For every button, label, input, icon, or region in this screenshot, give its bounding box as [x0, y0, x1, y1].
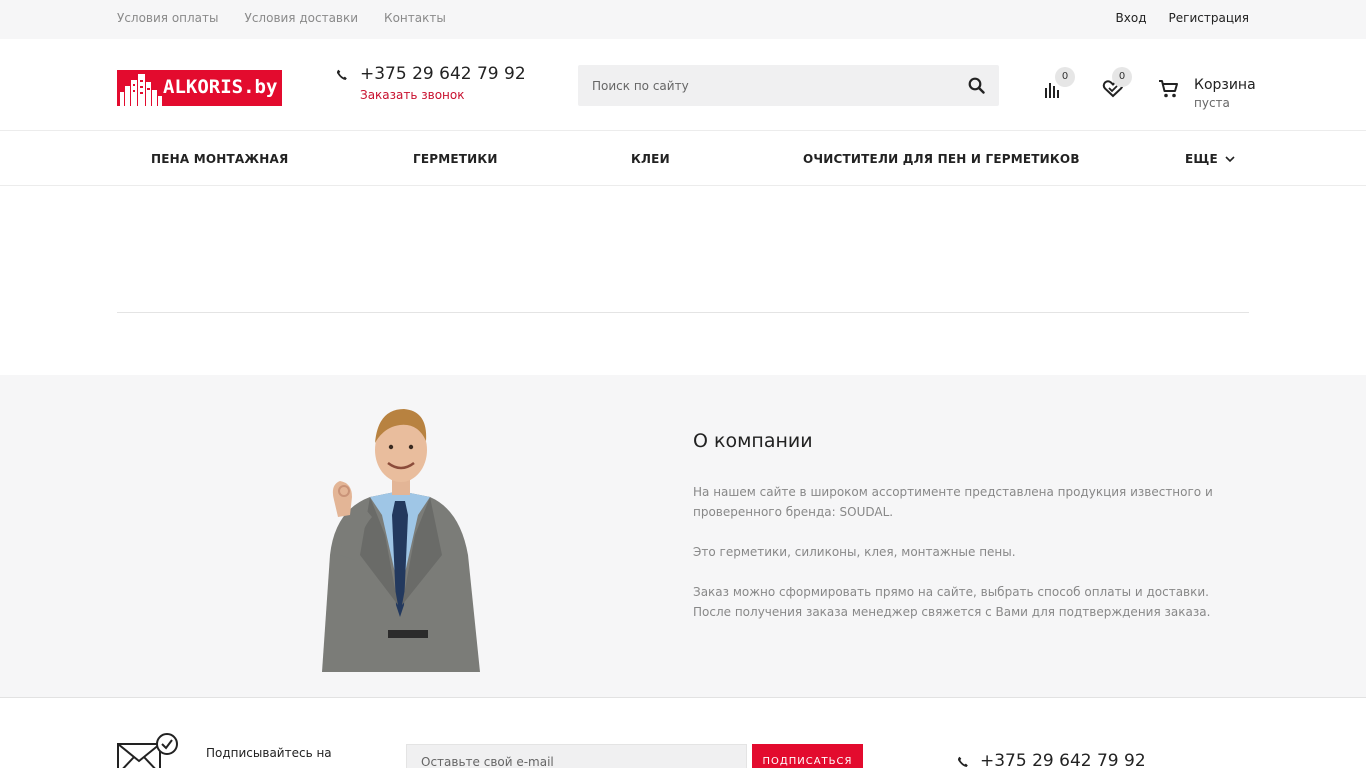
link-delivery-terms[interactable]: Условия доставки [245, 11, 359, 25]
nav-item-mounting-foam[interactable]: ПЕНА МОНТАЖНАЯ [151, 152, 288, 166]
chevron-down-icon [1225, 156, 1235, 163]
about-paragraph-2: Это герметики, силиконы, клея, монтажные… [693, 545, 1016, 559]
favorites-count-badge: 0 [1112, 67, 1132, 87]
nav-more-label: ЕЩЕ [1185, 152, 1218, 166]
nav-item-sealants[interactable]: ГЕРМЕТИКИ [413, 152, 498, 166]
businessman-image [322, 409, 480, 672]
about-section: О компании На нашем сайте в широком ассо… [0, 375, 1366, 698]
phone-icon [957, 756, 968, 767]
cart-title[interactable]: Корзина [1194, 77, 1256, 93]
buildings-icon [120, 74, 162, 106]
about-paragraph-1: На нашем сайте в широком ассортименте пр… [693, 485, 1213, 519]
link-payment-terms[interactable]: Условия оплаты [117, 11, 219, 25]
main-nav: ПЕНА МОНТАЖНАЯ ГЕРМЕТИКИ КЛЕИ ОЧИСТИТЕЛИ… [0, 132, 1366, 186]
cart-icon[interactable] [1158, 79, 1180, 99]
search-bar [578, 65, 999, 106]
auth-links: Вход Регистрация [1116, 11, 1249, 25]
site-logo[interactable]: ALKORIS.by [117, 70, 282, 106]
footer-phone[interactable]: +375 29 642 79 92 [980, 751, 1146, 768]
site-header: ALKORIS.by +375 29 642 79 92 Заказать зв… [0, 39, 1366, 131]
top-bar: Условия оплаты Условия доставки Контакты… [0, 0, 1366, 39]
compare-count-badge: 0 [1055, 67, 1075, 87]
register-link[interactable]: Регистрация [1169, 11, 1249, 25]
search-input[interactable] [578, 65, 958, 106]
phone-icon [336, 69, 347, 80]
logo-text: ALKORIS.by [163, 76, 278, 98]
login-link[interactable]: Вход [1116, 11, 1147, 25]
link-contacts[interactable]: Контакты [384, 11, 446, 25]
search-icon[interactable] [968, 77, 985, 94]
nav-more[interactable]: ЕЩЕ [1185, 152, 1245, 166]
nav-item-cleaners[interactable]: ОЧИСТИТЕЛИ ДЛЯ ПЕН И ГЕРМЕТИКОВ [803, 152, 1080, 166]
content-divider [117, 312, 1249, 313]
about-title: О компании [693, 430, 813, 452]
subscribe-button[interactable]: подписаться [752, 744, 863, 768]
header-phone[interactable]: +375 29 642 79 92 [360, 64, 526, 84]
subscribe-text: Подписывайтесь на новости и акции [206, 746, 332, 768]
info-links: Условия оплаты Условия доставки Контакты [117, 11, 446, 25]
mail-check-icon [117, 733, 178, 768]
about-paragraph-3: Заказ можно сформировать прямо на сайте,… [693, 585, 1211, 619]
cart-status: пуста [1194, 96, 1230, 110]
footer-subscribe: Подписывайтесь на новости и акции подпис… [0, 699, 1366, 768]
email-field[interactable] [406, 744, 747, 768]
nav-item-adhesives[interactable]: КЛЕИ [631, 152, 670, 166]
callback-link[interactable]: Заказать звонок [360, 88, 465, 102]
